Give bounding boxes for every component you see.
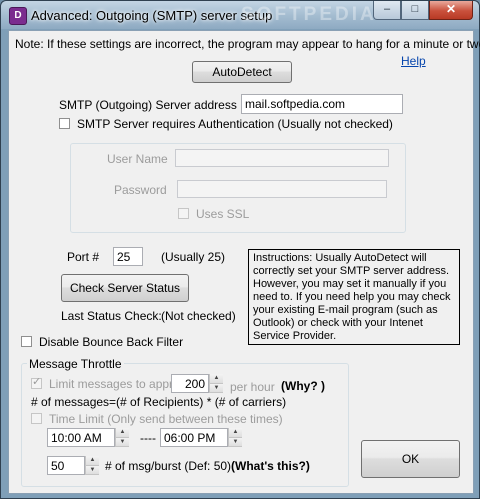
per-hour-label: per hour (230, 380, 275, 394)
limit-messages-input[interactable]: 200 (171, 374, 209, 393)
note-text: Note: If these settings are incorrect, t… (15, 37, 480, 51)
ok-button[interactable]: OK (361, 440, 460, 478)
time-limit-label: Time Limit (Only send between these time… (49, 412, 283, 426)
spin-up-icon[interactable]: ▲ (86, 456, 99, 466)
port-label: Port # (67, 250, 100, 264)
limit-messages-label: Limit messages to approx (49, 377, 186, 391)
spin-down-icon[interactable]: ▼ (210, 383, 223, 393)
bounce-filter-checkbox[interactable] (21, 336, 32, 347)
start-time-input[interactable]: 10:00 AM (47, 428, 115, 447)
why-link[interactable]: (Why? ) (281, 379, 325, 393)
close-button[interactable]: ✕ (429, 1, 473, 20)
maximize-button[interactable]: □ (401, 1, 429, 20)
burst-input[interactable]: 50 (47, 456, 85, 475)
spin-up-icon[interactable]: ▲ (210, 374, 223, 384)
last-status-value: (Not checked) (161, 309, 236, 323)
dialog-client-area: Note: If these settings are incorrect, t… (8, 30, 480, 494)
time-separator: ---- (140, 431, 156, 445)
window-title: Advanced: Outgoing (SMTP) server setup (31, 8, 273, 23)
autodetect-button[interactable]: AutoDetect (192, 61, 292, 83)
spin-down-icon[interactable]: ▼ (116, 437, 129, 447)
username-input[interactable] (175, 149, 389, 167)
password-label: Password (114, 183, 167, 197)
end-time-input[interactable]: 06:00 PM (160, 428, 228, 447)
auth-label: SMTP Server requires Authentication (Usu… (77, 117, 393, 131)
caption-buttons: – □ ✕ (373, 1, 473, 21)
whats-this-link[interactable]: (What's this?) (231, 459, 310, 473)
auth-checkbox[interactable] (59, 118, 70, 129)
help-link[interactable]: Help (401, 54, 426, 68)
message-throttle-legend: Message Throttle (27, 357, 124, 371)
limit-messages-spinner[interactable]: ▲ ▼ (209, 374, 223, 393)
username-label: User Name (107, 152, 168, 166)
spin-up-icon[interactable]: ▲ (116, 428, 129, 438)
time-limit-checkbox[interactable] (31, 413, 42, 424)
title-bar[interactable]: D Advanced: Outgoing (SMTP) server setup… (1, 1, 479, 29)
app-icon: D (9, 7, 27, 25)
check-server-status-button[interactable]: Check Server Status (61, 274, 189, 302)
bounce-filter-label: Disable Bounce Back Filter (39, 335, 184, 349)
spin-down-icon[interactable]: ▼ (86, 465, 99, 475)
instructions-box: Instructions: Usually AutoDetect will co… (248, 249, 460, 345)
port-input[interactable]: 25 (113, 247, 143, 266)
watermark: SOFTPEDIA (241, 4, 377, 25)
smtp-server-label: SMTP (Outgoing) Server address (59, 98, 237, 112)
burst-label: # of msg/burst (Def: 50) (105, 459, 232, 473)
limit-messages-checkbox[interactable] (31, 375, 42, 389)
port-hint: (Usually 25) (161, 250, 226, 264)
minimize-button[interactable]: – (373, 1, 401, 20)
last-status-label: Last Status Check: (61, 309, 162, 323)
end-time-spinner[interactable]: ▲ ▼ (228, 428, 242, 447)
ssl-label: Uses SSL (196, 207, 250, 221)
ssl-checkbox[interactable] (178, 208, 189, 219)
spin-up-icon[interactable]: ▲ (229, 428, 242, 438)
start-time-spinner[interactable]: ▲ ▼ (115, 428, 129, 447)
dialog-window: D Advanced: Outgoing (SMTP) server setup… (0, 0, 480, 499)
burst-spinner[interactable]: ▲ ▼ (85, 456, 99, 475)
spin-down-icon[interactable]: ▼ (229, 437, 242, 447)
formula-text: # of messages=(# of Recipients) * (# of … (31, 395, 287, 409)
smtp-server-input[interactable]: mail.softpedia.com (241, 94, 403, 114)
password-input[interactable] (177, 180, 387, 198)
